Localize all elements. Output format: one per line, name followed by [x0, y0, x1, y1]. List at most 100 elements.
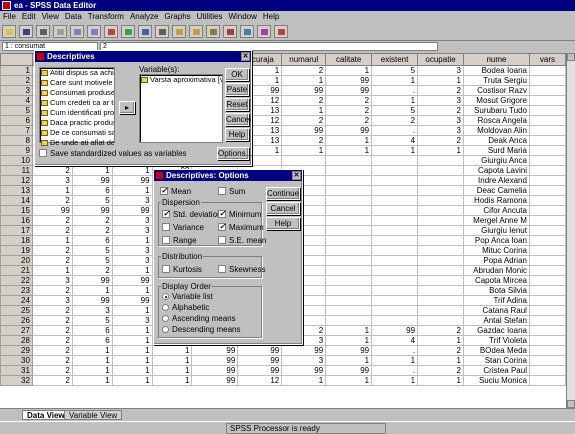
grid-cell[interactable] [371, 235, 419, 246]
grid-cell[interactable]: 3 [112, 195, 153, 206]
grid-cell[interactable]: 1 [72, 375, 113, 386]
grid-cell[interactable]: Popa Adrian [463, 255, 530, 266]
mean-checkbox[interactable]: Mean [160, 186, 191, 196]
grid-cell[interactable] [417, 245, 464, 256]
grid-cell[interactable]: 2 [32, 215, 73, 226]
grid-cell[interactable] [529, 265, 566, 276]
grid-cell[interactable]: Deak Anca [463, 135, 530, 146]
radio-empty[interactable] [162, 315, 169, 322]
grid-cell[interactable]: 1 [325, 145, 373, 156]
grid-cell[interactable]: 1 [371, 375, 419, 386]
grid-cell[interactable]: Mosut Grigore [463, 95, 530, 106]
grid-cell[interactable]: 2 [32, 285, 73, 296]
grid-cell[interactable]: Costisor Razv [463, 85, 530, 96]
menu-graphs[interactable]: Graphs [161, 11, 193, 23]
grid-cell[interactable] [417, 295, 464, 306]
grid-cell[interactable] [325, 285, 373, 296]
grid-cell[interactable]: 1 [325, 135, 373, 146]
row-number[interactable]: 11 [0, 165, 33, 176]
grid-cell[interactable]: 1 [112, 165, 153, 176]
grid-cell[interactable]: Hodis Ramona [463, 195, 530, 206]
grid-cell[interactable]: 3 [32, 295, 73, 306]
grid-cell[interactable]: 5 [72, 245, 113, 256]
row-number[interactable]: 15 [0, 205, 33, 216]
grid-cell[interactable] [529, 105, 566, 116]
grid-cell[interactable]: 5 [72, 255, 113, 266]
grid-cell[interactable]: . [371, 85, 419, 96]
menu-analyze[interactable]: Analyze [127, 11, 161, 23]
grid-cell[interactable]: 99 [325, 365, 373, 376]
grid-cell[interactable]: Bodea Ioana [463, 65, 530, 76]
grid-cell[interactable] [325, 235, 373, 246]
row-number[interactable]: 27 [0, 325, 33, 336]
grid-cell[interactable]: 2 [32, 365, 73, 376]
grid-cell[interactable]: 99 [72, 175, 113, 186]
std-deviation-checkbox[interactable]: Std. deviation [162, 209, 221, 219]
grid-cell[interactable]: 2 [32, 355, 73, 366]
grid-cell[interactable]: 1 [112, 185, 153, 196]
order-alphabetic-radio[interactable]: Alphabetic [162, 303, 209, 312]
grid-cell[interactable] [281, 155, 327, 166]
row-number[interactable]: 13 [0, 185, 33, 196]
grid-cell[interactable] [325, 165, 373, 176]
grid-cell[interactable]: 1 [72, 355, 113, 366]
tab-data-view[interactable]: Data View [22, 410, 70, 420]
grid-cell[interactable] [417, 235, 464, 246]
radio-selected[interactable] [162, 293, 169, 300]
grid-cell[interactable]: 3 [72, 305, 113, 316]
grid-cell[interactable]: Truta Sergiu [463, 75, 530, 86]
skewness-checkbox[interactable]: Skewness [218, 265, 265, 274]
row-number[interactable]: 22 [0, 275, 33, 286]
grid-cell[interactable]: 3 [281, 355, 327, 366]
options-cancel-button[interactable]: Cancel [266, 202, 300, 215]
grid-cell[interactable]: 99 [281, 125, 327, 136]
grid-cell[interactable]: 3 [112, 215, 153, 226]
grid-cell[interactable]: 3 [417, 115, 464, 126]
grid-cell[interactable]: 2 [32, 305, 73, 316]
checkbox-box[interactable] [162, 223, 170, 231]
grid-cell[interactable] [325, 245, 373, 256]
list-item[interactable]: Care sunt motivele p [40, 78, 114, 88]
grid-cell[interactable] [529, 235, 566, 246]
grid-cell[interactable] [371, 265, 419, 276]
grid-cell[interactable] [529, 365, 566, 376]
row-number[interactable]: 1 [0, 65, 33, 76]
close-icon[interactable]: ✕ [241, 52, 250, 61]
grid-cell[interactable] [371, 295, 419, 306]
grid-cell[interactable]: Gazdac Ioana [463, 325, 530, 336]
options-help-button[interactable]: Help [266, 217, 300, 230]
grid-cell[interactable]: . [371, 345, 419, 356]
maximum-checkbox[interactable]: Maximum [218, 222, 264, 232]
grid-cell[interactable]: 2 [72, 225, 113, 236]
grid-cell[interactable]: 2 [417, 325, 464, 336]
grid-cell[interactable]: 1 [417, 145, 464, 156]
grid-cell[interactable]: 1 [281, 105, 327, 116]
grid-cell[interactable]: 1 [152, 365, 193, 376]
grid-cell[interactable]: Surd Maria [463, 145, 530, 156]
grid-cell[interactable]: 3 [417, 65, 464, 76]
grid-cell[interactable]: 2 [72, 265, 113, 276]
value-labels-icon[interactable] [257, 25, 271, 38]
grid-cell[interactable] [371, 205, 419, 216]
undo-icon[interactable] [70, 25, 84, 38]
row-number[interactable]: 2 [0, 75, 33, 86]
grid-cell[interactable]: 1 [325, 325, 373, 336]
help-button[interactable]: Help [225, 128, 249, 141]
menu-help[interactable]: Help [260, 11, 282, 23]
grid-cell[interactable]: 99 [191, 375, 239, 386]
grid-cell[interactable]: . [371, 125, 419, 136]
grid-cell[interactable]: 1 [281, 375, 327, 386]
list-item[interactable]: Consumati produse - [40, 88, 114, 98]
list-item[interactable]: Cum identificati prod [40, 108, 114, 118]
grid-cell[interactable]: 3 [112, 245, 153, 256]
split-file-icon[interactable] [206, 25, 220, 38]
grid-cell[interactable]: 3 [32, 175, 73, 186]
grid-cell[interactable] [371, 225, 419, 236]
grid-cell[interactable] [417, 275, 464, 286]
grid-cell[interactable] [325, 205, 373, 216]
grid-cell[interactable]: 99 [281, 85, 327, 96]
scroll-down-icon[interactable] [567, 400, 575, 408]
grid-cell[interactable] [417, 305, 464, 316]
grid-cell[interactable] [529, 275, 566, 286]
grid-cell[interactable] [529, 115, 566, 126]
